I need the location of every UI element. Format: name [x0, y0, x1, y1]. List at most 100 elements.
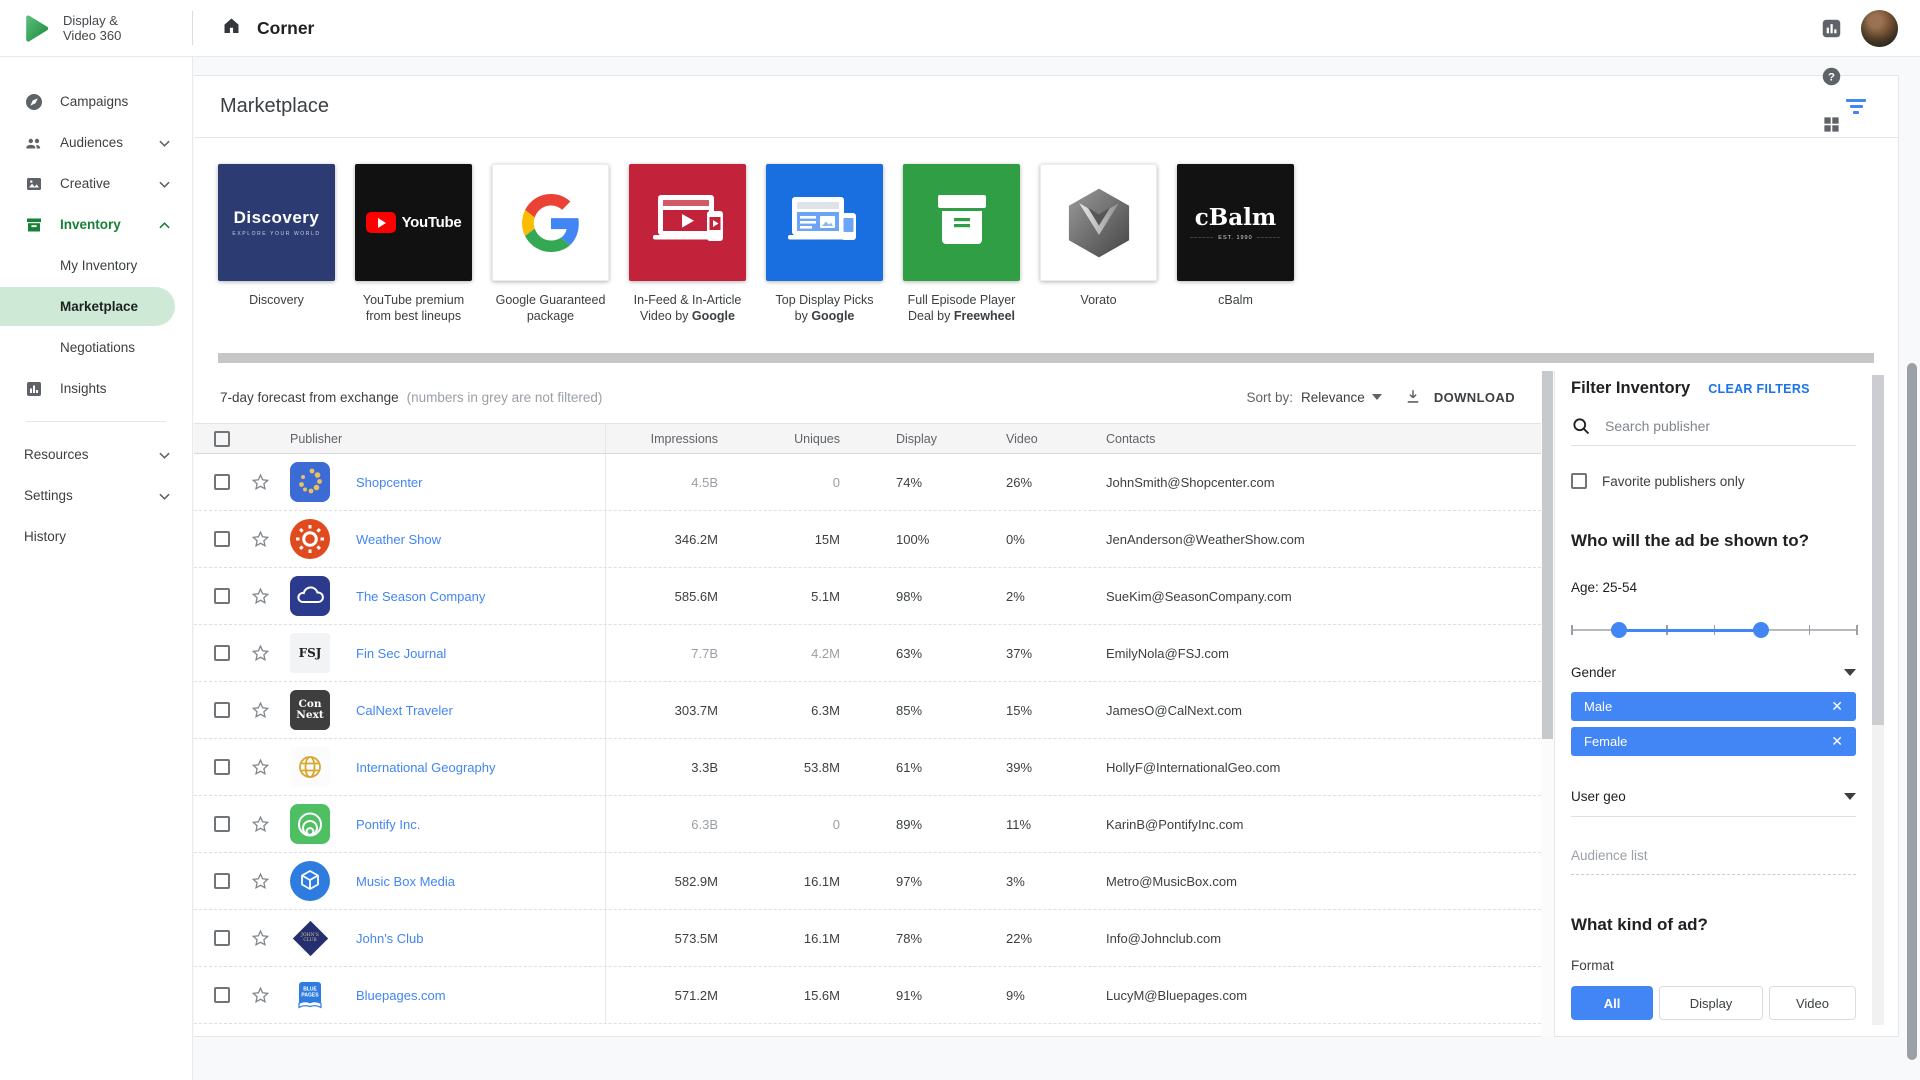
- package-card-discovery[interactable]: Discovery EXPLORE YOUR WORLD Discovery: [218, 164, 335, 353]
- row-checkbox[interactable]: [214, 759, 230, 775]
- remove-chip-icon[interactable]: ✕: [1831, 698, 1843, 715]
- format-video-button[interactable]: Video: [1769, 986, 1856, 1020]
- favorite-star-icon[interactable]: [250, 757, 290, 778]
- table-row: Pontify Inc. 6.3B 0 89% 11% KarinB@Ponti…: [194, 796, 1541, 853]
- row-checkbox[interactable]: [214, 588, 230, 604]
- publisher-link[interactable]: CalNext Traveler: [356, 703, 453, 718]
- favorite-star-icon[interactable]: [250, 871, 290, 892]
- favorite-star-icon[interactable]: [250, 814, 290, 835]
- panel-scrollbar-thumb[interactable]: [1872, 375, 1884, 725]
- publisher-search: [1571, 406, 1856, 446]
- select-all-checkbox[interactable]: [214, 430, 230, 447]
- video-pct-value: 3%: [1006, 873, 1025, 889]
- package-card-google-guaranteed[interactable]: Google Guaranteed package: [492, 164, 609, 353]
- publisher-link[interactable]: Bluepages.com: [356, 988, 446, 1003]
- publisher-link[interactable]: Fin Sec Journal: [356, 646, 446, 661]
- table-scrollbar-thumb[interactable]: [1542, 371, 1553, 739]
- youtube-tile: YouTube: [355, 164, 472, 281]
- download-button[interactable]: DOWNLOAD: [1404, 388, 1515, 406]
- search-publisher-input[interactable]: [1605, 417, 1856, 434]
- horizontal-scrollbar[interactable]: [218, 353, 1874, 363]
- image-icon: [24, 174, 44, 194]
- gender-dropdown[interactable]: Gender: [1571, 665, 1856, 680]
- favorite-star-icon[interactable]: [250, 586, 290, 607]
- publisher-link[interactable]: International Geography: [356, 760, 495, 775]
- format-all-button[interactable]: All: [1571, 986, 1653, 1020]
- sidebar-item-history[interactable]: History: [0, 516, 192, 557]
- display-pct-value: 78%: [896, 930, 923, 946]
- package-card-top-display-picks[interactable]: Top Display Picks by Google: [766, 164, 883, 353]
- age-min-handle[interactable]: [1610, 622, 1627, 638]
- filter-panel: Filter Inventory CLEAR FILTERS Favorite …: [1554, 371, 1898, 1037]
- sort-dropdown[interactable]: Relevance: [1301, 390, 1382, 405]
- sidebar-item-marketplace[interactable]: Marketplace: [0, 286, 192, 327]
- favorite-star-icon[interactable]: [250, 529, 290, 550]
- package-card-in-feed-in-article[interactable]: In-Feed & In-Article Video by Google: [629, 164, 746, 353]
- package-card-vorato[interactable]: Vorato: [1040, 164, 1157, 353]
- sidebar-item-audiences[interactable]: Audiences: [0, 122, 192, 163]
- sort-by-label: Sort by:: [1246, 389, 1294, 405]
- favorites-checkbox[interactable]: [1571, 473, 1587, 489]
- sidebar-item-settings[interactable]: Settings: [0, 475, 192, 516]
- row-checkbox[interactable]: [214, 816, 230, 832]
- sidebar-item-insights[interactable]: Insights: [0, 368, 192, 409]
- dv360-logo[interactable]: Display & Video 360: [0, 12, 192, 45]
- package-card-full-episode-player[interactable]: Full Episode Player Deal by Freewheel: [903, 164, 1020, 353]
- package-label: Vorato: [1080, 293, 1117, 307]
- publisher-link[interactable]: Weather Show: [356, 532, 441, 547]
- chevron-down-icon: [159, 447, 170, 462]
- sidebar-item-inventory[interactable]: Inventory: [0, 204, 192, 245]
- avatar[interactable]: [1861, 9, 1898, 47]
- table-row: Weather Show 346.2M 15M 100% 0% JenAnder…: [194, 511, 1541, 568]
- format-display-button[interactable]: Display: [1659, 986, 1763, 1020]
- row-checkbox[interactable]: [214, 474, 230, 490]
- publisher-link[interactable]: The Season Company: [356, 589, 485, 604]
- package-card-youtube-premium[interactable]: YouTube YouTube premium from best lineups: [355, 164, 472, 353]
- clear-filters-button[interactable]: CLEAR FILTERS: [1708, 382, 1810, 396]
- sort-area: Sort by: Relevance DOWNLOAD: [1246, 388, 1515, 406]
- partner-home[interactable]: Corner: [193, 15, 314, 41]
- sidebar-item-resources[interactable]: Resources: [0, 434, 192, 475]
- remove-chip-icon[interactable]: ✕: [1831, 733, 1843, 750]
- caret-down-icon: [1844, 793, 1856, 800]
- uniques-value: 0: [832, 816, 840, 832]
- favorite-star-icon[interactable]: [250, 985, 290, 1006]
- gender-chip-female[interactable]: Female ✕: [1571, 727, 1856, 756]
- download-icon: [1407, 390, 1419, 403]
- favorite-star-icon[interactable]: [250, 472, 290, 493]
- favorite-star-icon[interactable]: [250, 928, 290, 949]
- gender-chip-male[interactable]: Male ✕: [1571, 692, 1856, 721]
- page-scrollbar-thumb[interactable]: [1907, 363, 1917, 1060]
- help-icon[interactable]: ?: [1807, 52, 1855, 100]
- publisher-link[interactable]: Pontify Inc.: [356, 817, 420, 832]
- sidebar-item-creative[interactable]: Creative: [0, 163, 192, 204]
- table-row: Shopcenter 4.5B 0 74% 26% JohnSmith@Shop…: [194, 454, 1541, 511]
- age-max-handle[interactable]: [1753, 622, 1770, 638]
- impressions-value: 571.2M: [674, 987, 718, 1003]
- sidebar-item-negotiations[interactable]: Negotiations: [0, 327, 192, 368]
- row-checkbox[interactable]: [214, 645, 230, 661]
- sidebar-item-my-inventory[interactable]: My Inventory: [0, 245, 192, 286]
- user-geo-dropdown[interactable]: User geo: [1571, 789, 1856, 817]
- favorite-star-icon[interactable]: [250, 643, 290, 664]
- favorites-only-option[interactable]: Favorite publishers only: [1571, 473, 1856, 489]
- display-pct-value: 98%: [896, 588, 923, 604]
- display-pct-value: 100%: [896, 531, 930, 547]
- publisher-link[interactable]: Music Box Media: [356, 874, 455, 889]
- row-checkbox[interactable]: [214, 987, 230, 1003]
- row-checkbox[interactable]: [214, 531, 230, 547]
- sidebar-item-campaigns[interactable]: Campaigns: [0, 81, 192, 122]
- audience-list-field[interactable]: Audience list: [1571, 848, 1856, 875]
- favorite-star-icon[interactable]: [250, 700, 290, 721]
- row-checkbox[interactable]: [214, 702, 230, 718]
- package-card-cbalm[interactable]: cBalmEST. 1990 cBalm: [1177, 164, 1294, 353]
- row-checkbox[interactable]: [214, 930, 230, 946]
- slider-tick: [1808, 625, 1810, 635]
- contact-email: SueKim@SeasonCompany.com: [1106, 588, 1292, 604]
- publisher-link[interactable]: Shopcenter: [356, 475, 423, 490]
- publisher-link[interactable]: John's Club: [356, 931, 424, 946]
- apps-icon[interactable]: [1807, 100, 1855, 148]
- reports-icon[interactable]: [1807, 4, 1855, 52]
- row-checkbox[interactable]: [214, 873, 230, 889]
- table-scrollbar-track: [1541, 371, 1554, 1037]
